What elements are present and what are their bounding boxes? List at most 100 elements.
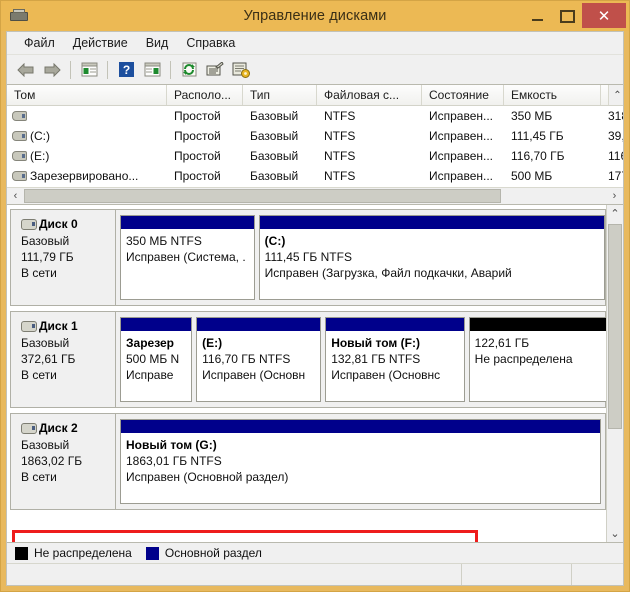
disk-name-label: Диск 0	[39, 217, 78, 231]
toolbar-separator	[107, 60, 108, 79]
partition-block[interactable]: 350 МБ NTFS Исправен (Система, .	[120, 215, 255, 300]
hscroll-thumb[interactable]	[24, 188, 502, 203]
disk-row[interactable]: Диск 0 Базовый 111,79 ГБ В сети 350 МБ NTFS И…	[10, 209, 606, 306]
partition-block[interactable]: (E:) 116,70 ГБ NTFS Исправен (Основн	[196, 317, 322, 402]
partition-details: Новый том (G:) 1863,01 ГБ NTFS Исправен (О…	[121, 433, 600, 503]
column-header-capacity[interactable]: Емкость	[504, 85, 601, 105]
graphical-view-wrap: Диск 0 Базовый 111,79 ГБ В сети 350 МБ NTFS И…	[7, 205, 623, 542]
vscroll-track[interactable]	[607, 222, 624, 525]
menu-item-help[interactable]: Справка	[177, 34, 244, 52]
volume-list-scroll-up-button[interactable]: ⌃	[609, 85, 623, 105]
column-header-free[interactable]: Свобод...	[601, 85, 609, 105]
menu-item-action[interactable]: Действие	[64, 34, 137, 52]
status-bar	[7, 563, 623, 585]
toolbar-separator	[170, 60, 171, 79]
disk-info-panel[interactable]: Диск 0 Базовый 111,79 ГБ В сети	[11, 210, 116, 305]
partition-block[interactable]: Новый том (F:) 132,81 ГБ NTFS Исправен (Ос…	[325, 317, 465, 402]
volume-name-label: Зарезервировано...	[30, 169, 139, 183]
column-header-status[interactable]: Состояние	[422, 85, 504, 105]
menu-item-view[interactable]: Вид	[137, 34, 178, 52]
partition-title: (C:)	[264, 234, 286, 248]
table-row[interactable]: (C:) Простой Базовый NTFS Исправен... 111,45 …	[7, 126, 623, 146]
partition-status: Не распределена	[474, 352, 573, 366]
partition-size: 350 МБ NTFS	[126, 234, 202, 248]
vscroll-down-button[interactable]: ⌄	[607, 525, 624, 542]
menu-item-file[interactable]: Файл	[15, 34, 64, 52]
cell-filesystem: NTFS	[324, 149, 356, 163]
toolbar: ?	[7, 55, 623, 85]
legend-label: Основной раздел	[164, 546, 262, 560]
hscroll-track[interactable]	[24, 187, 606, 204]
table-row[interactable]: (E:) Простой Базовый NTFS Исправен... 116,70 …	[7, 146, 623, 166]
column-header-filesystem[interactable]: Файловая с...	[317, 85, 422, 105]
cell-filesystem: NTFS	[324, 109, 356, 123]
volume-list-header: Том Располо... Тип Файловая с... Состоян…	[7, 85, 623, 106]
hscroll-right-button[interactable]: ›	[606, 188, 623, 205]
volume-icon	[12, 171, 27, 181]
cell-capacity: 116,70 ГБ	[511, 149, 565, 163]
column-header-layout[interactable]: Располо...	[167, 85, 243, 105]
cell-status: Исправен...	[429, 169, 494, 183]
disk-management-window: Управление дисками ✕ Файл Действие Вид С…	[0, 0, 630, 592]
disk-icon	[21, 422, 37, 434]
cell-layout: Простой	[174, 169, 221, 183]
partition-block[interactable]: 122,61 ГБ Не распределена	[468, 317, 606, 402]
volume-list-hscrollbar[interactable]: ‹ ›	[7, 187, 623, 204]
volume-name-cell	[7, 111, 167, 121]
properties-icon[interactable]	[203, 58, 227, 82]
title-bar: Управление дисками ✕	[1, 1, 629, 31]
graphical-view-vscrollbar[interactable]: ⌃ ⌄	[606, 205, 623, 542]
partition-block[interactable]: Новый том (G:) 1863,01 ГБ NTFS Исправен (О…	[120, 419, 601, 504]
disk-row[interactable]: Диск 1 Базовый 372,61 ГБ В сети Зарезер 500 М…	[10, 311, 606, 408]
status-bar-segment-2	[571, 564, 623, 585]
cell-capacity: 350 МБ	[511, 109, 553, 123]
status-bar-segment-1	[461, 564, 571, 585]
partition-details: Новый том (F:) 132,81 ГБ NTFS Исправен (Ос…	[326, 331, 464, 401]
legend-label: Не распределена	[34, 546, 132, 560]
forward-arrow-icon[interactable]	[40, 58, 64, 82]
table-row[interactable]: Зарезервировано... Простой Базовый NTFS Испр…	[7, 166, 623, 186]
partition-status: Исправен (Загрузка, Файл подкачки, Авари…	[264, 266, 512, 280]
partition-color-bar	[326, 318, 464, 331]
disk-icon	[21, 320, 37, 332]
partition-block[interactable]: (C:) 111,45 ГБ NTFS Исправен (Загрузка, Фа…	[258, 215, 605, 300]
partition-size: 111,45 ГБ NTFS	[264, 250, 352, 264]
hscroll-left-button[interactable]: ‹	[7, 188, 24, 205]
show-hide-action-pane-icon[interactable]	[140, 58, 164, 82]
partition-status: Исправе	[126, 368, 174, 382]
column-header-type[interactable]: Тип	[243, 85, 317, 105]
disk-size-label: 1863,02 ГБ	[21, 454, 83, 468]
menu-bar: Файл Действие Вид Справка	[7, 32, 623, 55]
cell-status: Исправен...	[429, 149, 494, 163]
partition-title: Новый том (G:)	[126, 438, 217, 452]
vscroll-thumb[interactable]	[607, 224, 622, 429]
partition-size: 116,70 ГБ NTFS	[202, 352, 291, 366]
partition-details: (C:) 111,45 ГБ NTFS Исправен (Загрузка, Фа…	[259, 229, 604, 299]
disk-row[interactable]: Диск 2 Базовый 1863,02 ГБ В сети Новый том (…	[10, 413, 606, 510]
partition-title: Зарезер	[126, 336, 175, 350]
partition-block[interactable]: Зарезер 500 МБ N Исправе	[120, 317, 193, 402]
client-area: Файл Действие Вид Справка ? Том Располо.…	[6, 31, 624, 586]
back-arrow-icon[interactable]	[14, 58, 38, 82]
volume-name-label: (C:)	[30, 129, 50, 143]
refresh-icon[interactable]	[177, 58, 201, 82]
cell-type: Базовый	[250, 149, 299, 163]
table-row[interactable]: Простой Базовый NTFS Исправен... 350 МБ 318 М…	[7, 106, 623, 126]
partition-strip: 350 МБ NTFS Исправен (Система, . (C:) 111,4…	[116, 210, 605, 305]
rescan-disks-icon[interactable]	[229, 58, 253, 82]
column-header-volume[interactable]: Том	[7, 85, 167, 105]
disk-name-label: Диск 2	[39, 421, 78, 435]
vscroll-up-button[interactable]: ⌃	[607, 205, 624, 222]
disk-info-panel[interactable]: Диск 1 Базовый 372,61 ГБ В сети	[11, 312, 116, 407]
disk-type-label: Базовый	[21, 336, 70, 350]
partition-status: Исправен (Основной раздел)	[126, 470, 289, 484]
partition-title: (E:)	[202, 336, 223, 350]
disk-state-label: В сети	[21, 266, 57, 280]
cell-status: Исправен...	[429, 109, 494, 123]
show-hide-console-tree-icon[interactable]	[77, 58, 101, 82]
volume-list: Том Располо... Тип Файловая с... Состоян…	[7, 85, 623, 205]
help-icon[interactable]: ?	[114, 58, 138, 82]
partition-size: 500 МБ N	[126, 352, 180, 366]
disk-info-panel[interactable]: Диск 2 Базовый 1863,02 ГБ В сети	[11, 414, 116, 509]
cell-free-space: 177 МБ	[608, 169, 623, 183]
